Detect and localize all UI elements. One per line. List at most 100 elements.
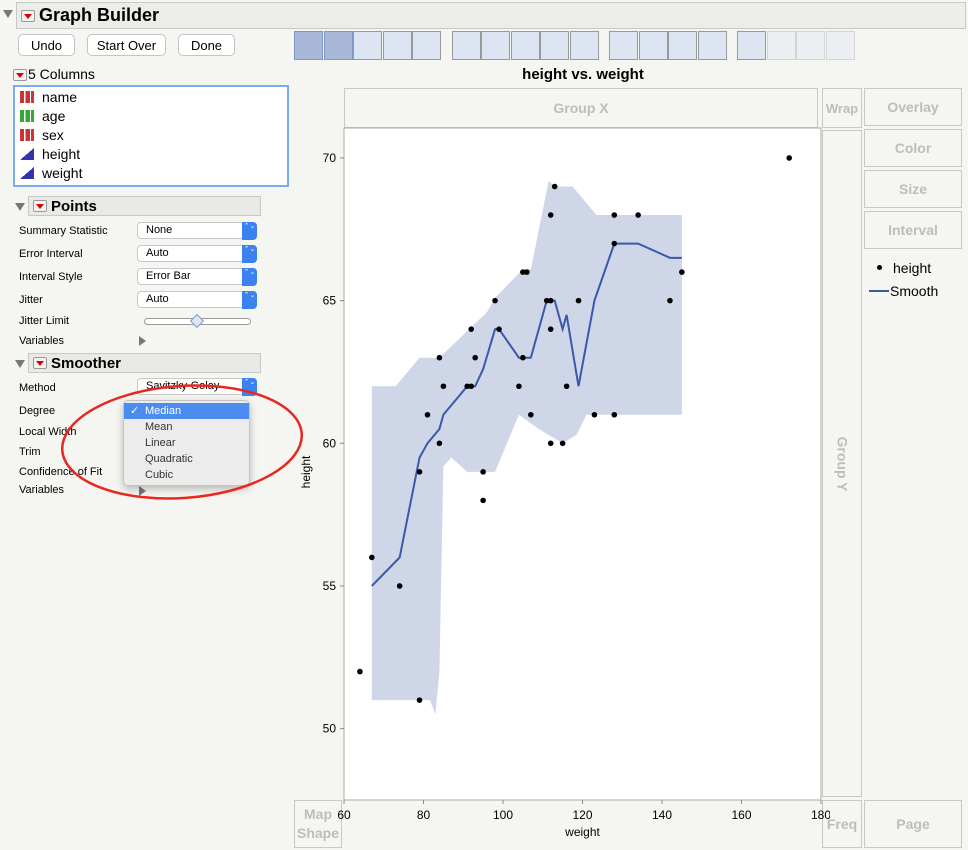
data-point (679, 269, 685, 275)
data-point (551, 183, 558, 190)
interval-style-label: Interval Style (19, 271, 83, 283)
jitter-limit-label: Jitter Limit (19, 315, 70, 327)
x-tick-label: 160 (731, 808, 751, 822)
nominal-icon (20, 90, 34, 103)
ellipse-icon[interactable] (382, 31, 412, 60)
data-point (786, 155, 792, 161)
interval-style-select[interactable]: Error Bar (137, 268, 257, 286)
column-item-height[interactable]: height (15, 144, 287, 163)
data-point (369, 554, 375, 561)
legend-height: height (893, 259, 932, 276)
data-point (480, 469, 486, 475)
x-tick-label: 100 (493, 808, 513, 822)
column-item-name[interactable]: name (15, 87, 287, 106)
points-icon[interactable] (294, 31, 323, 60)
data-point (575, 297, 582, 304)
line-icon[interactable] (451, 31, 481, 60)
points-collapse-icon[interactable] (15, 203, 25, 211)
data-point (516, 383, 522, 390)
interval-zone[interactable]: Interval (864, 211, 962, 249)
pie-icon[interactable] (638, 31, 668, 60)
data-point (547, 212, 554, 218)
smoother-collapse-icon[interactable] (15, 360, 25, 368)
data-point (440, 383, 447, 390)
histogram-icon[interactable] (569, 31, 599, 60)
data-point (611, 411, 618, 418)
variables-expand-icon[interactable] (139, 336, 146, 346)
continuous-icon (20, 166, 34, 179)
overlay-zone[interactable]: Overlay (864, 88, 962, 126)
data-point (468, 383, 474, 390)
data-point (520, 354, 526, 361)
column-label: age (42, 107, 66, 124)
x-tick-label: 140 (652, 808, 672, 822)
column-item-sex[interactable]: sex (15, 125, 287, 144)
data-point (357, 668, 363, 675)
red-triangle-menu-icon[interactable] (21, 10, 35, 22)
x-tick-label: 120 (572, 808, 592, 822)
columns-menu-icon[interactable] (13, 69, 27, 81)
data-point (436, 440, 443, 447)
columns-list[interactable]: name age sex height weight (13, 85, 289, 187)
summary-statistic-select[interactable]: None (137, 222, 257, 240)
group-y-label: Group Y (834, 436, 850, 491)
smoother-menu-icon[interactable] (33, 357, 47, 369)
column-item-age[interactable]: age (15, 106, 287, 125)
error-interval-label: Error Interval (19, 248, 83, 260)
heatmap-icon[interactable] (609, 31, 638, 60)
data-point (559, 440, 566, 447)
collapse-triangle-icon[interactable] (3, 10, 13, 18)
scatter-plot[interactable]: 60 80 100 120 140 160 180 50 55 60 65 70 weight heigh… (290, 120, 830, 850)
mosaic-icon[interactable] (697, 31, 727, 60)
data-point (591, 411, 598, 418)
nominal-icon (20, 128, 34, 141)
data-point (547, 326, 554, 332)
size-zone[interactable]: Size (864, 170, 962, 208)
caption-box-icon[interactable] (737, 31, 766, 60)
column-label: name (42, 88, 78, 105)
x-tick-label: 60 (337, 808, 351, 822)
legend-line-icon (869, 289, 889, 292)
data-point (472, 354, 478, 361)
data-point (635, 212, 641, 218)
data-point (424, 411, 431, 418)
column-label: height (42, 145, 81, 162)
bar-icon[interactable] (481, 31, 510, 60)
contour-icon[interactable] (412, 31, 441, 60)
points-menu-icon[interactable] (33, 200, 47, 212)
error-interval-select[interactable]: Auto (137, 245, 257, 263)
trim-label: Trim (19, 446, 41, 458)
jitter-limit-slider-thumb[interactable] (189, 313, 205, 329)
x-axis-label: weight (564, 825, 600, 839)
y-axis-label: height (299, 455, 313, 488)
title-bar: Graph Builder (16, 2, 966, 29)
data-point (611, 240, 618, 247)
column-item-weight[interactable]: weight (15, 163, 287, 182)
start-over-button[interactable]: Start Over (87, 34, 166, 56)
data-point (611, 212, 618, 218)
line-of-fit-icon[interactable] (353, 31, 382, 60)
map-shapes-icon[interactable] (796, 31, 825, 60)
legend-smooth: Smooth (890, 282, 939, 299)
done-button[interactable]: Done (178, 34, 235, 56)
formula-icon[interactable] (766, 31, 796, 60)
x-tick-label: 80 (417, 808, 431, 822)
legend: height Smooth (869, 256, 939, 302)
column-label: sex (42, 126, 64, 143)
smoother-icon[interactable] (323, 31, 353, 60)
jitter-select[interactable]: Auto (137, 291, 257, 309)
data-point (480, 497, 486, 504)
data-point (468, 326, 474, 332)
area-icon[interactable] (510, 31, 540, 60)
y-tick-label: 55 (323, 579, 337, 593)
window-title: Graph Builder (39, 5, 160, 25)
undo-button[interactable]: Undo (18, 34, 75, 56)
page-zone[interactable]: Page (864, 800, 962, 848)
parallel-icon[interactable] (825, 31, 855, 60)
box-plot-icon[interactable] (540, 31, 569, 60)
y-tick-label: 65 (323, 294, 337, 308)
treemap-icon[interactable] (668, 31, 697, 60)
y-tick-label: 60 (323, 436, 337, 450)
color-zone[interactable]: Color (864, 129, 962, 167)
ordinal-icon (20, 109, 34, 122)
